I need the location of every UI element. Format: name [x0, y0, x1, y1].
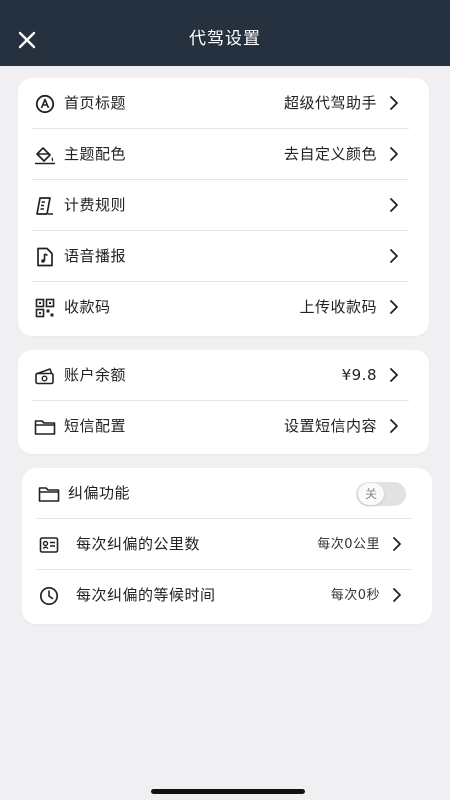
distance-card-icon [38, 534, 60, 556]
row-label: 短信配置 [64, 417, 127, 435]
row-theme-color[interactable]: 主题配色 去自定义颜色 [18, 129, 429, 180]
chevron-right-icon [390, 300, 398, 314]
row-label: 每次纠偏的等候时间 [76, 586, 216, 604]
row-correction-wait-time[interactable]: 每次纠偏的等候时间 每次0秒 [22, 570, 432, 621]
row-label: 主题配色 [64, 145, 127, 163]
correction-toggle-switch[interactable]: 关 [356, 482, 406, 506]
chevron-right-icon [390, 368, 398, 382]
ruler-icon [34, 195, 56, 217]
row-payment-code[interactable]: 收款码 上传收款码 [18, 282, 429, 333]
row-label: 首页标题 [64, 94, 127, 112]
row-value: 上传收款码 [299, 298, 377, 316]
chevron-right-icon [390, 147, 398, 161]
row-billing-rules[interactable]: 计费规则 [18, 180, 429, 231]
row-value: 每次0公里 [317, 537, 380, 552]
row-label: 收款码 [64, 298, 111, 316]
settings-card-general: 首页标题 超级代驾助手 主题配色 去自定义颜色 计费规则 语音播报 收款码 上传… [18, 78, 429, 336]
chevron-right-icon [393, 588, 401, 602]
toggle-knob: 关 [358, 483, 384, 505]
settings-card-account: 账户余额 ¥9.8 短信配置 设置短信内容 [18, 350, 429, 454]
paint-bucket-icon [34, 144, 56, 166]
row-label: 语音播报 [64, 247, 127, 265]
row-value: 去自定义颜色 [283, 145, 377, 163]
row-label: 计费规则 [64, 196, 127, 214]
wallet-icon [34, 365, 56, 387]
page-title: 代驾设置 [189, 29, 261, 49]
row-value: 超级代驾助手 [283, 94, 377, 112]
chevron-right-icon [390, 96, 398, 110]
qr-code-icon [34, 297, 56, 319]
row-value: 每次0秒 [330, 588, 380, 603]
folder-icon [34, 416, 56, 438]
chevron-right-icon [390, 249, 398, 263]
folder-icon [38, 483, 60, 505]
row-label: 账户余额 [64, 366, 127, 384]
row-value: 设置短信内容 [283, 417, 377, 435]
row-voice-broadcast[interactable]: 语音播报 [18, 231, 429, 282]
row-value: ¥9.8 [341, 366, 377, 384]
navigation-bar: 代驾设置 [0, 16, 450, 66]
audio-file-icon [34, 246, 56, 268]
row-sms-config[interactable]: 短信配置 设置短信内容 [18, 401, 429, 452]
chevron-right-icon [390, 198, 398, 212]
clock-icon [38, 585, 60, 607]
row-label: 纠偏功能 [68, 484, 131, 502]
chevron-right-icon [393, 537, 401, 551]
chevron-right-icon [390, 419, 398, 433]
status-bar [0, 0, 450, 16]
row-label: 每次纠偏的公里数 [76, 535, 201, 553]
row-correction-distance[interactable]: 每次纠偏的公里数 每次0公里 [22, 519, 432, 570]
home-indicator [151, 789, 305, 794]
row-account-balance[interactable]: 账户余额 ¥9.8 [18, 350, 429, 401]
settings-page: 首页标题 超级代驾助手 主题配色 去自定义颜色 计费规则 语音播报 收款码 上传… [0, 66, 450, 800]
settings-card-correction: 纠偏功能 关 每次纠偏的公里数 每次0公里 每次纠偏的等候时间 每次0秒 [22, 468, 432, 624]
row-correction-toggle: 纠偏功能 关 [22, 468, 432, 519]
row-home-title[interactable]: 首页标题 超级代驾助手 [18, 78, 429, 129]
home-title-icon [34, 93, 56, 115]
